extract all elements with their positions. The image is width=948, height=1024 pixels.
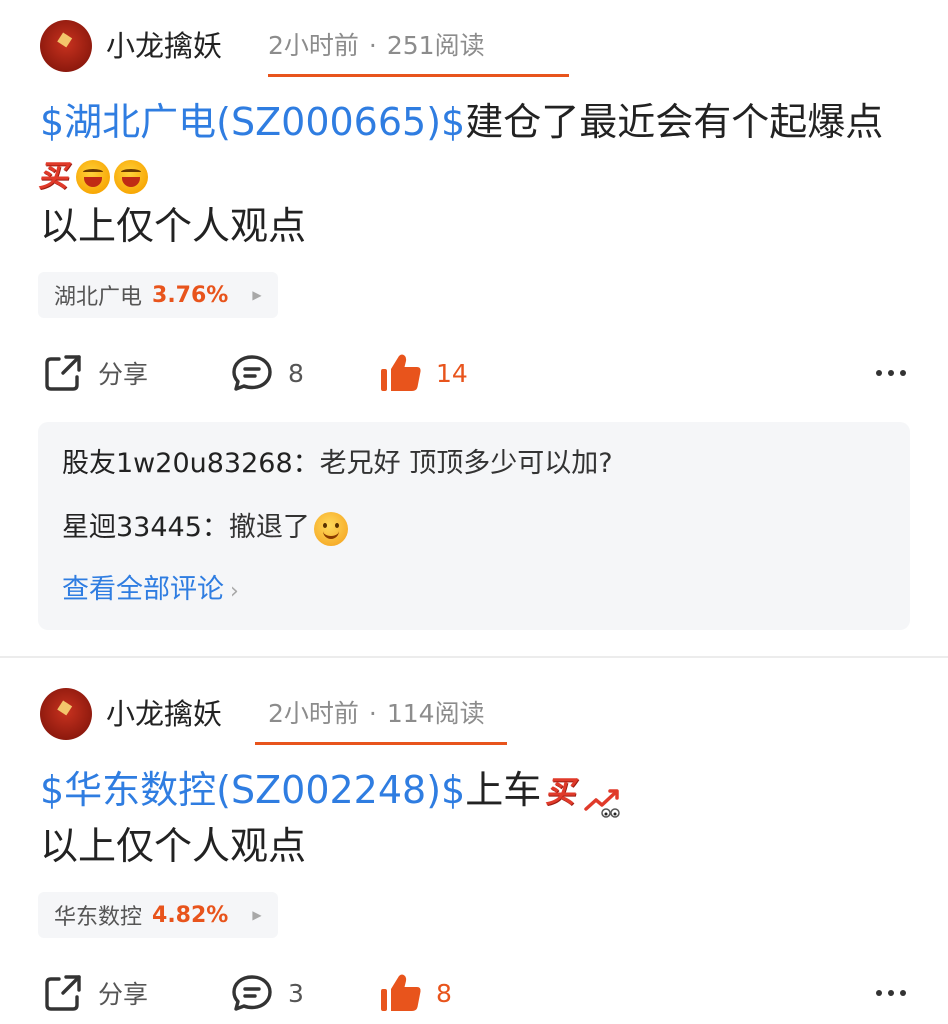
stock-tag[interactable]: 湖北广电 3.76% ▶: [38, 272, 278, 318]
chevron-right-icon: ›: [230, 579, 239, 604]
stock-tag[interactable]: 华东数控 4.82% ▶: [38, 892, 278, 938]
chevron-right-icon: ▶: [252, 908, 262, 922]
comment-count: 8: [288, 358, 304, 388]
like-button[interactable]: 14: [378, 348, 468, 398]
share-button[interactable]: 分享: [42, 968, 148, 1018]
share-button[interactable]: 分享: [42, 348, 148, 398]
comment-count: 3: [288, 978, 304, 1008]
highlight-underline: [268, 74, 569, 77]
highlight-underline: [255, 742, 507, 745]
post-actions: 分享 3 8: [0, 968, 948, 1018]
chevron-right-icon: ▶: [252, 288, 262, 302]
post-content-line3: 以上仅个人观点: [40, 824, 307, 868]
comment-preview: 股友1w20u83268：老兄好 顶顶多少可以加? 星迴33445：撤退了 查看…: [38, 422, 910, 630]
buy-sticker: 买: [543, 774, 582, 810]
more-icon[interactable]: [876, 348, 906, 398]
post-reads: 251阅读: [386, 31, 485, 60]
trend-up-icon: [583, 776, 627, 818]
post-content-line3: 以上仅个人观点: [40, 204, 307, 248]
feed-post: ◆ 小龙擒妖 2小时前 · 251阅读 $湖北广电(SZ000665)$建仓了最近会…: [0, 0, 948, 656]
avatar-logo-icon: ◆: [54, 24, 75, 52]
post-meta: 2小时前 · 114阅读: [268, 699, 485, 728]
stock-tag-name: 湖北广电: [54, 285, 143, 310]
post-content-line1: $湖北广电(SZ000665)$建仓了最近会有个起爆点: [40, 92, 883, 152]
stock-mention-link[interactable]: $华东数控(SZ002248)$: [40, 768, 465, 812]
share-label: 分享: [98, 980, 149, 1009]
view-all-comments-link[interactable]: 查看全部评论 ›: [62, 570, 239, 612]
post-text: 建仓了最近会有个起爆点: [465, 100, 884, 144]
author-avatar[interactable]: ◆: [40, 688, 92, 740]
thumbs-up-icon: [381, 974, 421, 1011]
author-avatar[interactable]: ◆: [40, 20, 92, 72]
share-icon: [45, 975, 81, 1011]
post-time: 2小时前: [268, 31, 359, 60]
stock-mention-link[interactable]: $湖北广电(SZ000665)$: [40, 100, 465, 144]
stock-tag-change: 3.76%: [152, 282, 229, 308]
like-button[interactable]: 8: [378, 968, 452, 1018]
comment-item[interactable]: 星迴33445：撤退了: [62, 508, 348, 548]
post-meta: 2小时前 · 251阅读: [268, 31, 485, 60]
comment-author[interactable]: 星迴33445：: [62, 512, 229, 543]
post-text: 上车: [465, 768, 542, 812]
laughing-emoji-icon: [114, 159, 148, 194]
like-count: 8: [436, 978, 452, 1008]
author-name[interactable]: 小龙擒妖: [106, 694, 222, 734]
laughing-emoji-icon: [76, 159, 110, 194]
comment-text: 撤退了: [228, 512, 310, 543]
stock-tag-change: 4.82%: [152, 902, 229, 928]
comment-author[interactable]: 股友1w20u83268：: [62, 448, 320, 479]
avatar-logo-icon: ◆: [54, 692, 75, 720]
post-actions: 分享 8 14: [0, 348, 948, 398]
post-reads: 114阅读: [386, 699, 485, 728]
view-all-label: 查看全部评论: [62, 574, 224, 605]
comment-button[interactable]: 8: [230, 348, 304, 398]
comment-icon: [232, 355, 272, 391]
stock-tag-name: 华东数控: [54, 905, 143, 930]
share-icon: [45, 355, 81, 391]
thumbs-up-icon: [381, 354, 421, 391]
more-icon[interactable]: [876, 968, 906, 1018]
post-content-line1: $华东数控(SZ002248)$上车买: [40, 760, 627, 823]
feed-post: ◆ 小龙擒妖 2小时前 · 114阅读 $华东数控(SZ002248)$上车买 以上…: [0, 658, 948, 1024]
post-time: 2小时前: [268, 699, 359, 728]
comment-button[interactable]: 3: [230, 968, 304, 1018]
comment-text: 老兄好 顶顶多少可以加?: [319, 448, 613, 479]
like-count: 14: [436, 358, 468, 388]
author-name[interactable]: 小龙擒妖: [106, 26, 222, 66]
comment-item[interactable]: 股友1w20u83268：老兄好 顶顶多少可以加?: [62, 444, 613, 484]
smile-emoji-icon: [313, 511, 348, 546]
share-label: 分享: [98, 360, 149, 389]
post-content-line2: 买: [36, 144, 152, 204]
comment-icon: [232, 975, 272, 1011]
